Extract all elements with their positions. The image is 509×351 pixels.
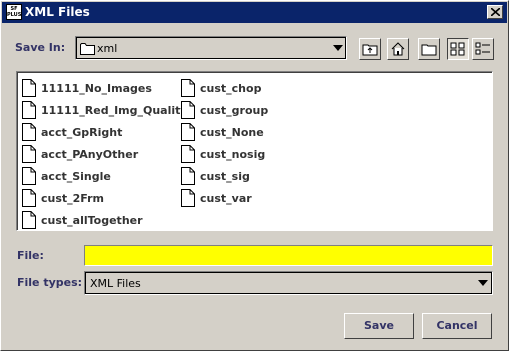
file-name: acct_GpRight bbox=[41, 126, 123, 139]
file-icon bbox=[181, 189, 195, 207]
xml-files-dialog: SF PLUS XML Files Save In: xml 11111_No_… bbox=[0, 0, 509, 351]
home-icon bbox=[391, 42, 405, 56]
folder-icon bbox=[80, 43, 95, 55]
close-icon bbox=[491, 8, 500, 16]
file-icon bbox=[181, 79, 195, 97]
file-name: cust_group bbox=[200, 104, 269, 117]
chevron-down-icon[interactable] bbox=[333, 45, 343, 51]
save-button[interactable]: Save bbox=[344, 313, 414, 339]
home-button[interactable] bbox=[387, 38, 409, 60]
file-icon bbox=[22, 101, 36, 119]
close-button[interactable] bbox=[487, 5, 503, 19]
file-types-label: File types: bbox=[17, 276, 83, 289]
file-name: cust_nosig bbox=[200, 148, 266, 161]
save-in-combo[interactable]: xml bbox=[75, 36, 347, 60]
file-name: cust_chop bbox=[200, 82, 262, 95]
file-name: cust_allTogether bbox=[41, 214, 143, 227]
new-folder-button[interactable] bbox=[418, 38, 440, 60]
app-icon: SF PLUS bbox=[6, 4, 22, 20]
new-folder-icon bbox=[421, 44, 437, 56]
file-icon bbox=[22, 145, 36, 163]
file-icon bbox=[22, 79, 36, 97]
dialog-title: XML Files bbox=[25, 5, 90, 19]
file-label: File: bbox=[17, 249, 44, 262]
file-name: cust_2Frm bbox=[41, 192, 105, 205]
file-icon bbox=[181, 145, 195, 163]
details-view-button[interactable] bbox=[472, 38, 494, 60]
file-name: 11111_Red_Img_Quality bbox=[41, 104, 188, 117]
file-name: 11111_No_Images bbox=[41, 82, 152, 95]
details-view-icon bbox=[475, 42, 490, 55]
file-list[interactable]: 11111_No_Images 11111_Red_Img_Quality ac… bbox=[16, 71, 493, 231]
cancel-button[interactable]: Cancel bbox=[422, 313, 492, 339]
file-name: cust_None bbox=[200, 126, 264, 139]
file-icon bbox=[181, 123, 195, 141]
file-types-combo[interactable]: XML Files bbox=[84, 271, 493, 295]
list-view-button[interactable] bbox=[447, 38, 469, 60]
save-in-value: xml bbox=[97, 42, 118, 55]
file-name: acct_Single bbox=[41, 170, 111, 183]
file-name: cust_sig bbox=[200, 170, 250, 183]
save-in-label: Save In: bbox=[15, 41, 66, 54]
file-name-input[interactable] bbox=[84, 245, 493, 266]
file-name: acct_PAnyOther bbox=[41, 148, 139, 161]
file-list-content: 11111_No_Images 11111_Red_Img_Quality ac… bbox=[17, 72, 492, 230]
file-icon bbox=[22, 211, 36, 229]
file-icon bbox=[181, 167, 195, 185]
file-icon bbox=[22, 123, 36, 141]
title-bar: SF PLUS XML Files bbox=[2, 2, 507, 23]
file-types-value: XML Files bbox=[90, 277, 141, 290]
file-icon bbox=[22, 189, 36, 207]
file-name: cust_var bbox=[200, 192, 252, 205]
chevron-down-icon[interactable] bbox=[478, 280, 488, 286]
up-one-level-button[interactable] bbox=[359, 38, 381, 60]
up-one-level-icon bbox=[362, 44, 378, 56]
file-icon bbox=[22, 167, 36, 185]
file-icon bbox=[181, 101, 195, 119]
list-view-icon bbox=[450, 42, 465, 56]
